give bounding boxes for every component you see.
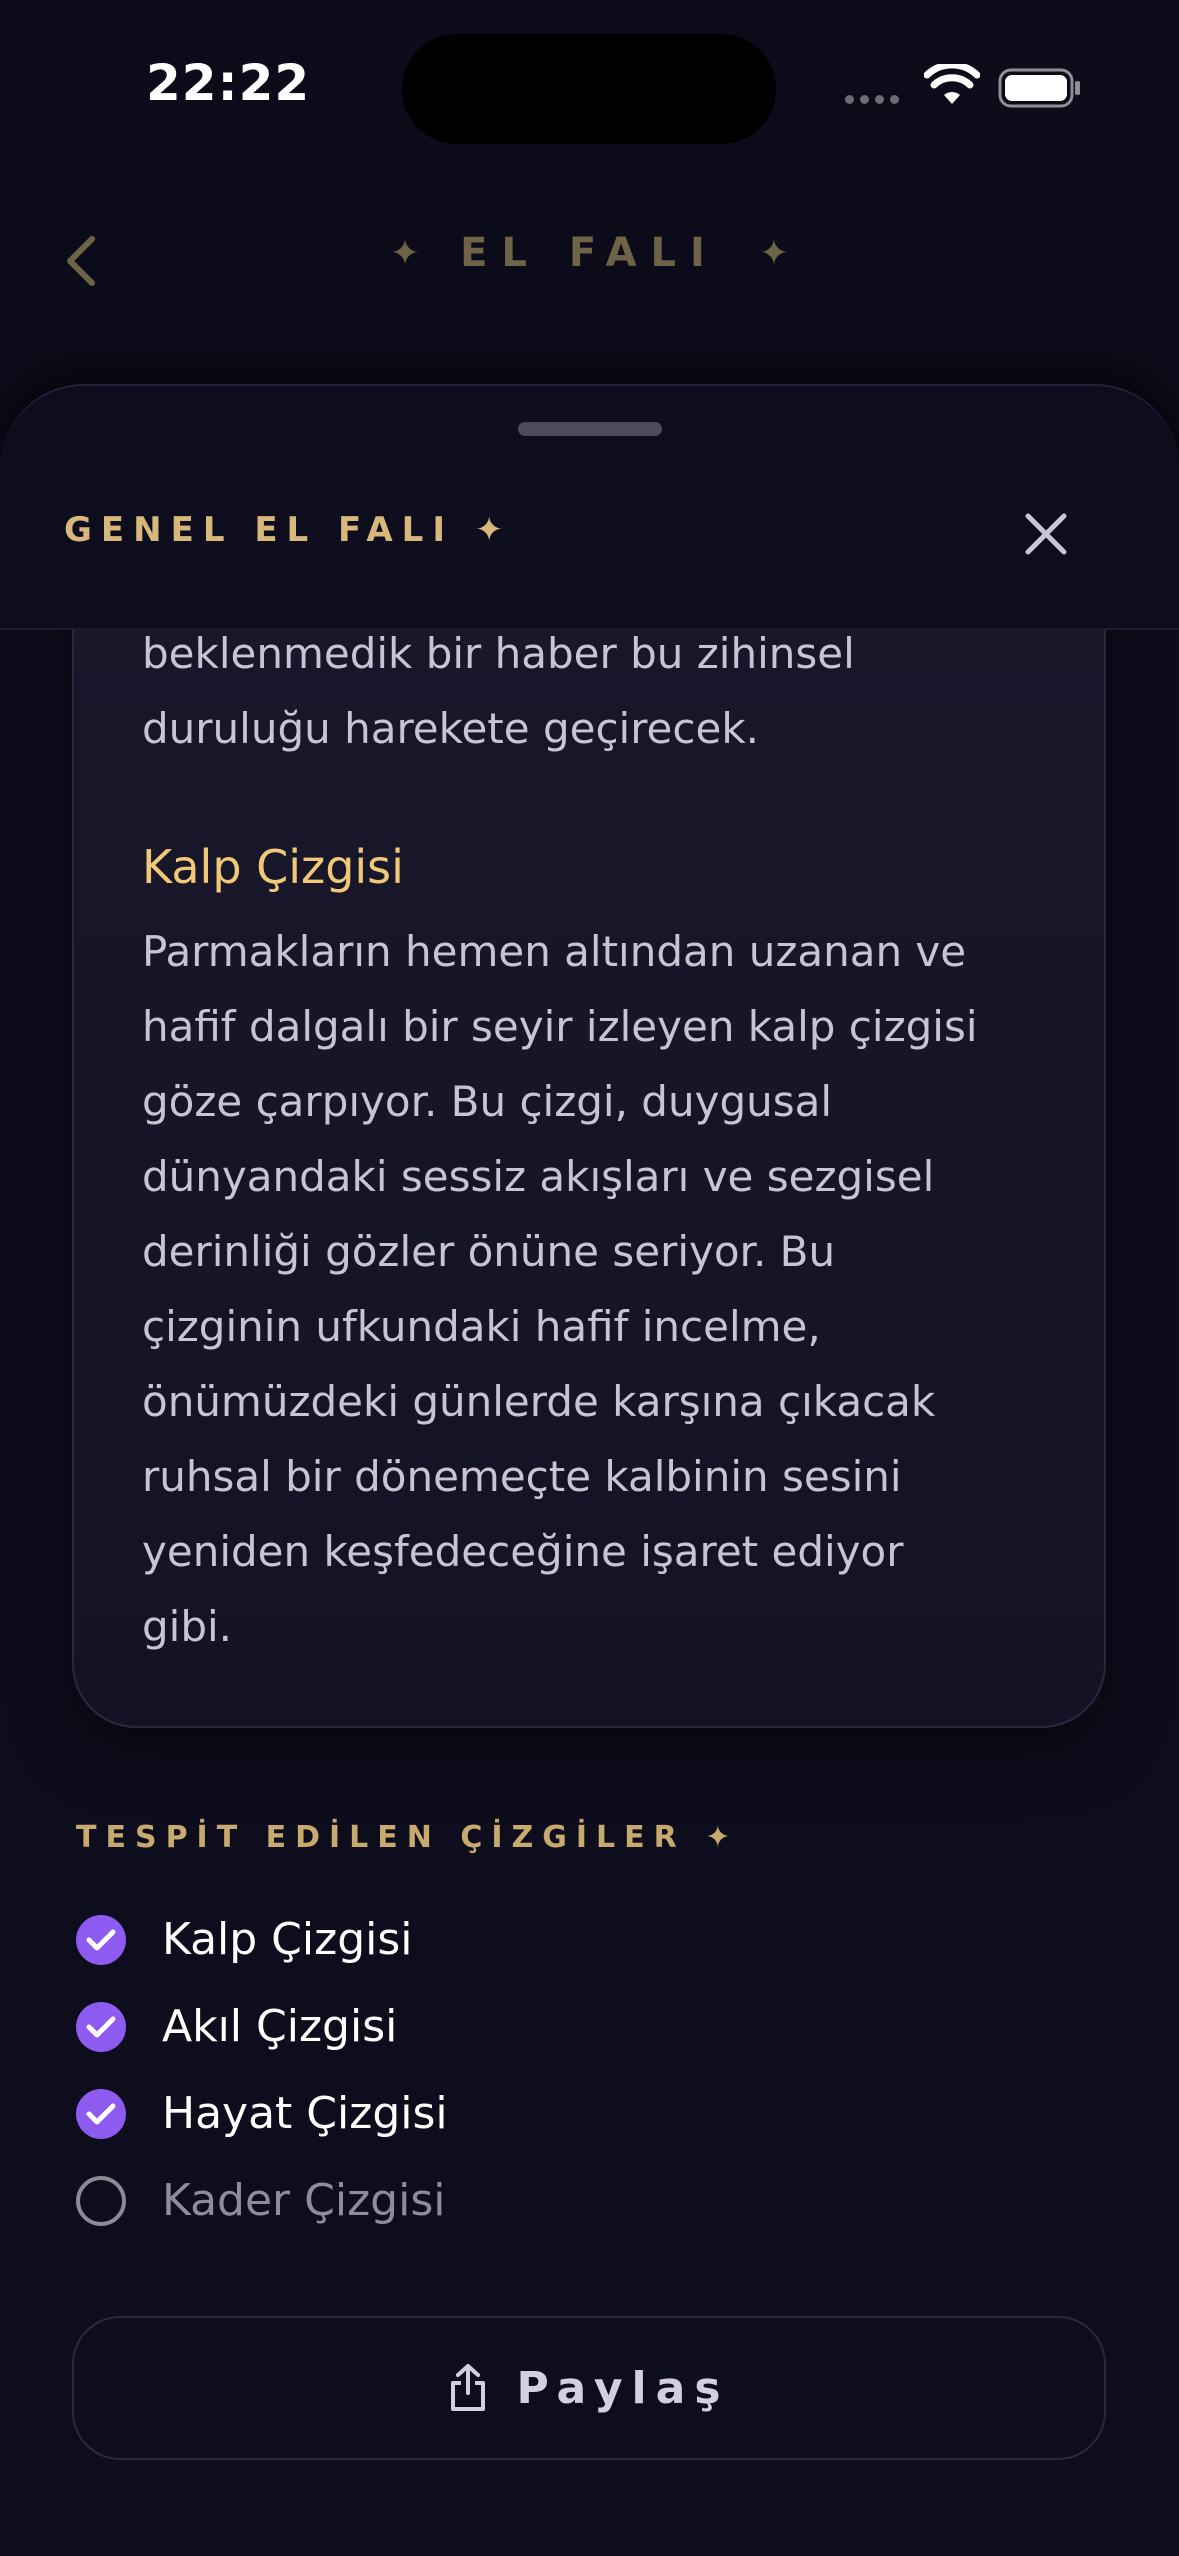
spark-icon: ✦ (389, 232, 421, 274)
detected-line-label: Hayat Çizgisi (162, 2088, 448, 2139)
detected-line-item: Hayat Çizgisi (76, 2088, 448, 2139)
reading-line: göze çarpıyor. Bu çizgi, duygusal (142, 1077, 833, 1126)
share-icon (451, 2364, 486, 2411)
sheet-grabber[interactable] (518, 422, 662, 436)
status-time: 22:22 (146, 54, 311, 112)
share-button-label: Paylaş (516, 2362, 730, 2414)
reading-line: derinliği gözler önüne seriyor. Bu (142, 1227, 836, 1276)
reading-line: yeniden keşfedeceğine işaret ediyor (142, 1527, 904, 1576)
check-circle-icon (76, 1914, 126, 1965)
close-icon[interactable] (1018, 506, 1074, 562)
reading-line: dünyandaki sessiz akışları ve sezgisel (142, 1152, 935, 1201)
detected-line-item: Kalp Çizgisi (76, 1914, 413, 1965)
reading-line: gibi. (142, 1602, 233, 1651)
wifi-icon (924, 64, 980, 104)
cellular-signal-icon (845, 95, 899, 104)
empty-circle-icon (76, 2175, 126, 2226)
reading-section-heading: Kalp Çizgisi (142, 840, 404, 894)
detected-line-label: Akıl Çizgisi (162, 2001, 398, 2052)
battery-icon (998, 68, 1080, 108)
spark-icon: ✦ (758, 232, 790, 274)
check-circle-icon (76, 2088, 126, 2139)
detected-line-label: Kalp Çizgisi (162, 1914, 413, 1965)
reading-line: önümüzdeki günlerde karşına çıkacak (142, 1377, 936, 1426)
share-button[interactable]: Paylaş (72, 2316, 1106, 2460)
reading-line: Parmakların hemen altından uzanan ve (142, 927, 967, 976)
detected-line-label: Kader Çizgisi (162, 2175, 446, 2226)
detected-lines-title: TESPİT EDİLEN ÇİZGİLER ✦ (76, 1820, 740, 1855)
detected-line-item: Kader Çizgisi (76, 2175, 445, 2226)
detected-line-item: Akıl Çizgisi (76, 2001, 397, 2052)
sheet-title: GENEL EL FALI ✦ (64, 510, 513, 550)
reading-line: hafif dalgalı bir seyir izleyen kalp çiz… (142, 1002, 978, 1051)
reading-intro: beklenmedik bir haber bu zihinsel durulu… (142, 616, 1062, 766)
dynamic-island (402, 34, 776, 144)
screen: 22:22 ✦ EL FALI ✦ beklenmedik bir haber … (0, 0, 1179, 2556)
check-circle-icon (76, 2001, 126, 2052)
reading-line: duruluğu harekete geçirecek. (142, 704, 759, 753)
page-title: ✦ EL FALI ✦ (0, 230, 1179, 276)
reading-body: Parmakların hemen altından uzanan ve haf… (142, 914, 1062, 1664)
reading-line: çizginin ufkundaki hafif incelme, (142, 1302, 821, 1351)
page-title-text: EL FALI (460, 230, 719, 276)
reading-line: ruhsal bir dönemeçte kalbinin sesini (142, 1452, 902, 1501)
